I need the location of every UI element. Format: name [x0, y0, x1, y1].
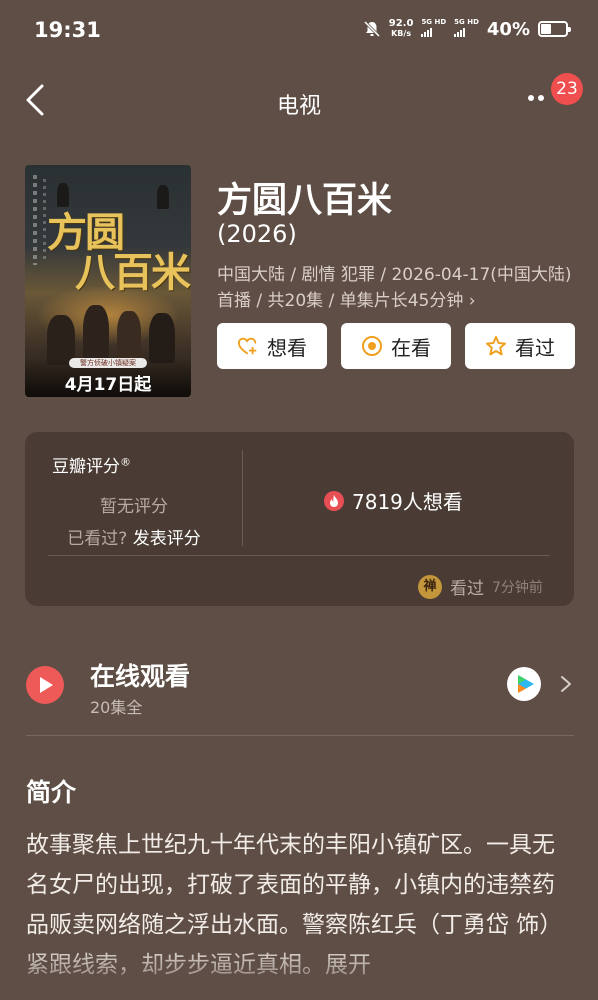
- watching-button[interactable]: 在看: [341, 323, 451, 369]
- divider: [48, 555, 550, 556]
- seen-prompt: 已看过?: [67, 529, 128, 549]
- status-time: 19:31: [34, 18, 101, 42]
- online-watch-title[interactable]: 在线观看: [90, 657, 190, 693]
- poster-figure: [117, 311, 141, 363]
- synopsis-title: 简介: [26, 778, 77, 807]
- poster-figure: [149, 313, 175, 363]
- more-button[interactable]: [528, 95, 544, 101]
- signal-bars-icon: [421, 27, 433, 37]
- action-buttons: 想看 在看 看过: [217, 323, 575, 369]
- show-title: 方圆八百米: [217, 181, 393, 221]
- poster-title: 方圆 八百米: [47, 209, 191, 296]
- more-dot: [538, 95, 544, 101]
- watching-label: 在看: [391, 335, 431, 360]
- fade-overlay: [0, 940, 598, 1000]
- video-app-icon[interactable]: [507, 667, 541, 701]
- heart-plus-icon: [237, 335, 259, 357]
- want-count-text: 7819人想看: [352, 490, 463, 514]
- watched-button[interactable]: 看过: [465, 323, 575, 369]
- rate-prompt: 已看过? 发表评分: [25, 524, 243, 549]
- post-rating-link[interactable]: 发表评分: [133, 529, 201, 549]
- poster-image[interactable]: 方圆 八百米 警方侦破小镇疑案 4月17日起: [25, 165, 191, 397]
- watched-label: 看过: [515, 335, 555, 360]
- play-icon[interactable]: [26, 666, 64, 704]
- signal-bars-icon: [454, 27, 466, 37]
- battery-icon: [538, 21, 571, 37]
- notification-badge[interactable]: 23: [551, 73, 583, 105]
- mute-bell-icon: [363, 20, 380, 38]
- activity-time: 7分钟前: [492, 579, 543, 596]
- show-meta-link[interactable]: 中国大陆 / 剧情 犯罪 / 2026-04-17(中国大陆)首播 / 共20集…: [217, 262, 577, 314]
- status-icons: 92.0 KB/s 5G HD 5G HD 40%: [363, 18, 571, 40]
- divider: [26, 735, 574, 736]
- poster-date: 4月17日起: [64, 375, 152, 395]
- target-icon: [361, 335, 383, 357]
- divider: [242, 450, 243, 546]
- chevron-right-icon[interactable]: [556, 673, 576, 695]
- poster-figure: [157, 185, 169, 209]
- more-dot: [528, 95, 534, 101]
- poster-figure: [83, 305, 109, 363]
- want-count: 7819人想看: [324, 486, 463, 515]
- flame-icon: [324, 490, 344, 511]
- no-rating-text: 暂无评分: [100, 497, 168, 517]
- page-title: 电视: [276, 94, 321, 119]
- network-speed: 92.0 KB/s: [388, 18, 414, 39]
- activity-row[interactable]: 禅 看过 7分钟前: [418, 574, 543, 599]
- star-icon: [485, 335, 507, 357]
- signal-sim2: 5G HD: [454, 18, 479, 40]
- douban-rating-label: 豆瓣评分®: [52, 455, 131, 477]
- activity-label: 看过: [450, 579, 484, 599]
- show-year: (2026): [217, 220, 297, 248]
- episode-count: 20集全: [90, 698, 143, 717]
- signal-sim1: 5G HD: [421, 18, 446, 40]
- want-label: 想看: [267, 335, 307, 360]
- battery-percent: 40%: [486, 18, 530, 40]
- want-button[interactable]: 想看: [217, 323, 327, 369]
- poster-figure: [57, 183, 69, 207]
- poster-tagline: 警方侦破小镇疑案: [69, 358, 147, 368]
- avatar: 禅: [418, 574, 442, 599]
